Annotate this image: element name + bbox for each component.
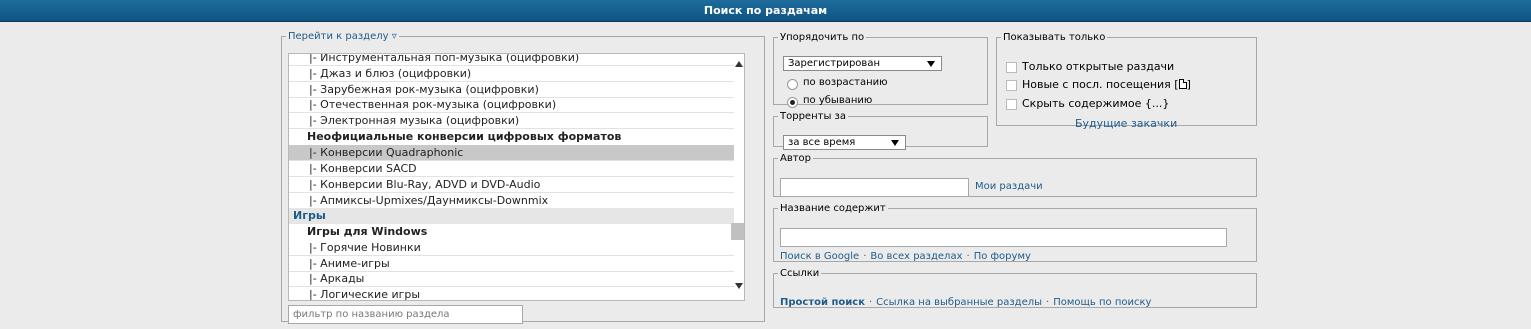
- title-contains-legend: Название содержит: [780, 203, 886, 214]
- separator-dot: ·: [1046, 297, 1050, 308]
- forum-search-link[interactable]: По форуму: [974, 251, 1031, 262]
- scroll-up-arrow-icon[interactable]: [735, 61, 743, 67]
- open-only-label[interactable]: Только открытые раздачи: [1022, 60, 1174, 73]
- author-fieldset: Автор Мои раздачи: [773, 153, 1257, 197]
- sort-asc-radio[interactable]: [787, 79, 798, 90]
- section-list-item[interactable]: |- Аркады: [289, 271, 734, 287]
- separator-dot: ·: [863, 251, 867, 262]
- section-list-item[interactable]: |- Апмиксы-Upmixes/Даунмиксы-Downmix: [289, 193, 734, 209]
- future-downloads-link[interactable]: Будущие закачки: [1075, 117, 1177, 130]
- new-document-icon: [1178, 79, 1187, 89]
- my-torrents-link[interactable]: Мои раздачи: [975, 181, 1043, 192]
- new-since-checkbox[interactable]: [1006, 80, 1017, 91]
- author-input[interactable]: [780, 178, 969, 197]
- separator-dot: ·: [966, 251, 970, 262]
- page-title-bar: Поиск по раздачам: [0, 0, 1531, 22]
- scroll-down-arrow-icon[interactable]: [735, 283, 743, 289]
- show-only-legend: Показывать только: [1003, 32, 1106, 43]
- torrents-period-legend: Торренты за: [780, 111, 846, 122]
- section-list-item[interactable]: |- Отечественная рок-музыка (оцифровки): [289, 97, 734, 113]
- title-contains-fieldset: Название содержит Поиск в Google · Во всех…: [773, 203, 1257, 262]
- section-list-item[interactable]: |- Горячие Новинки: [289, 240, 734, 256]
- section-list-category[interactable]: Игры: [289, 208, 734, 224]
- section-list-item[interactable]: |- Конверсии Blu-Ray, ADVD и DVD-Audio: [289, 177, 734, 193]
- section-list-item[interactable]: |- Конверсии SACD: [289, 161, 734, 177]
- bottom-links: Простой поиск · Ссылка на выбранные раздел…: [780, 297, 1151, 308]
- selected-sections-link[interactable]: Ссылка на выбранные разделы: [876, 297, 1042, 308]
- torrents-period-value: за все время: [788, 137, 856, 148]
- sort-desc-radio[interactable]: [787, 97, 798, 108]
- section-list-item[interactable]: |- Инструментальная поп-музыка (оцифровк…: [289, 54, 734, 66]
- sort-select-value: Зарегистрирован: [788, 58, 880, 69]
- sort-fieldset: Упорядочить по Зарегистрирован по возрас…: [773, 32, 988, 108]
- open-only-checkbox[interactable]: [1006, 62, 1017, 73]
- section-list-group[interactable]: Неофициальные конверсии цифровых формато…: [289, 129, 734, 145]
- show-only-fieldset: Показывать только Только открытые раздач…: [996, 32, 1257, 130]
- links-fieldset: Ссылки Простой поиск · Ссылка на выбранные…: [773, 268, 1257, 308]
- section-list-item[interactable]: |- Конверсии Quadraphonic: [289, 145, 734, 161]
- title-search-links: Поиск в Google · Во всех разделах · По форум…: [780, 251, 1031, 262]
- section-list-item[interactable]: |- Электронная музыка (оцифровки): [289, 113, 734, 129]
- separator-dot: ·: [868, 297, 873, 308]
- section-list-item[interactable]: |- Аниме-игры: [289, 256, 734, 272]
- dropdown-arrow-icon: [927, 61, 935, 67]
- section-list-item[interactable]: |- Джаз и блюз (оцифровки): [289, 66, 734, 82]
- new-since-label[interactable]: Новые с посл. посещения []: [1022, 78, 1191, 91]
- section-list[interactable]: |- Инструментальная поп-музыка (оцифровк…: [288, 53, 745, 301]
- section-list-item[interactable]: |- Логические игры: [289, 287, 734, 300]
- sort-legend: Упорядочить по: [780, 32, 865, 43]
- hide-contents-label[interactable]: Скрыть содержимое {...}: [1022, 97, 1169, 110]
- torrents-period-fieldset: Торренты за за все время: [773, 111, 988, 150]
- section-list-scrollbar[interactable]: [731, 54, 744, 300]
- section-picker-fieldset: Перейти к разделу ▿ |- Инструментальная …: [281, 31, 765, 324]
- section-list-item[interactable]: |- Зарубежная рок-музыка (оцифровки): [289, 82, 734, 98]
- sort-select[interactable]: Зарегистрирован: [783, 56, 942, 71]
- sort-asc-label[interactable]: по возрастанию: [803, 77, 888, 88]
- scroll-thumb[interactable]: [731, 223, 744, 240]
- search-google-link[interactable]: Поиск в Google: [780, 251, 859, 262]
- page-title: Поиск по раздачам: [703, 4, 828, 17]
- torrents-period-select[interactable]: за все время: [783, 135, 906, 150]
- hide-contents-checkbox[interactable]: [1006, 99, 1017, 110]
- links-legend: Ссылки: [780, 268, 820, 279]
- section-filter-input[interactable]: [288, 305, 523, 324]
- funnel-icon: ▿: [391, 31, 397, 42]
- all-sections-link[interactable]: Во всех разделах: [870, 251, 962, 262]
- section-picker-legend[interactable]: Перейти к разделу ▿: [286, 31, 399, 42]
- search-help-link[interactable]: Помощь по поиску: [1053, 297, 1151, 308]
- title-contains-input[interactable]: [780, 228, 1227, 247]
- section-list-group[interactable]: Игры для Windows: [289, 224, 734, 240]
- sort-desc-label[interactable]: по убыванию: [803, 95, 872, 106]
- simple-search-link[interactable]: Простой поиск: [780, 297, 865, 308]
- dropdown-arrow-icon: [891, 140, 899, 146]
- author-legend: Автор: [780, 153, 812, 164]
